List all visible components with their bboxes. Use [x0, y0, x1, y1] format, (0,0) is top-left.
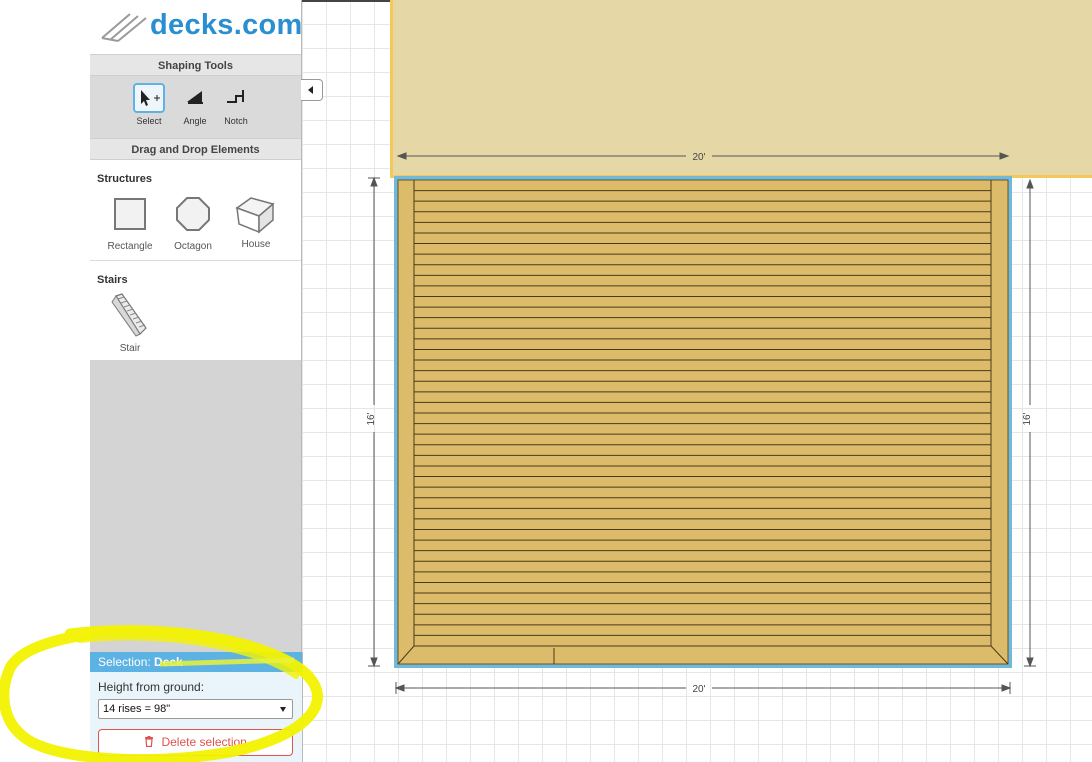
- element-stair-label: Stair: [119, 343, 141, 354]
- tool-notch-label: Notch: [224, 116, 248, 126]
- delete-selection-button[interactable]: Delete selection: [98, 729, 293, 756]
- height-select-value: 14 rises = 98": [103, 703, 171, 715]
- notch-icon: [227, 90, 244, 103]
- select-cursor-icon: [141, 90, 160, 106]
- house-structure[interactable]: [390, 0, 1092, 178]
- shaping-tools-bar: Select Angle Notch: [90, 76, 301, 138]
- drag-drop-header: Drag and Drop Elements: [90, 138, 301, 160]
- element-house-label: House: [241, 239, 271, 250]
- left-margin: [0, 0, 90, 762]
- brand-logo[interactable]: decks.com: [90, 0, 303, 54]
- selection-prefix: Selection:: [98, 655, 151, 669]
- height-from-ground-label: Height from ground:: [98, 680, 205, 694]
- trash-icon: [145, 736, 154, 748]
- tool-angle-label: Angle: [183, 116, 207, 126]
- stair-icon: [111, 293, 147, 337]
- rectangle-icon: [114, 198, 146, 230]
- angle-icon: [187, 91, 203, 104]
- shaping-tools-header: Shaping Tools: [90, 54, 301, 76]
- tool-select-label: Select: [136, 116, 162, 126]
- house-icon: [235, 197, 275, 234]
- height-from-ground-select[interactable]: 14 rises = 98": [98, 699, 293, 719]
- selection-header[interactable]: Selection: Deck: [90, 652, 302, 672]
- stairs-title: Stairs: [97, 274, 128, 286]
- element-octagon[interactable]: Octagon: [163, 196, 223, 252]
- tool-angle[interactable]: Angle: [175, 83, 215, 126]
- collapse-sidebar-button[interactable]: [301, 79, 323, 101]
- tool-notch[interactable]: Notch: [216, 83, 256, 126]
- octagon-icon: [176, 197, 210, 231]
- brand-name: decks.com: [150, 9, 303, 41]
- caret-down-icon: [284, 659, 294, 665]
- drag-drop-elements: Structures Rectangle Octagon House Stair…: [90, 160, 301, 360]
- tool-select[interactable]: Select: [129, 83, 169, 126]
- element-stair[interactable]: Stair: [100, 292, 160, 354]
- selection-type: Deck: [154, 655, 183, 669]
- section-divider: [90, 260, 301, 261]
- element-rectangle[interactable]: Rectangle: [100, 196, 160, 252]
- deck-boards-logo-icon: [101, 13, 147, 42]
- element-rectangle-label: Rectangle: [107, 241, 153, 252]
- element-octagon-label: Octagon: [174, 241, 212, 252]
- structures-title: Structures: [97, 173, 153, 185]
- delete-selection-label: Delete selection: [161, 735, 247, 749]
- sidebar: decks.com Shaping Tools Select Angle Not…: [90, 0, 302, 762]
- element-house[interactable]: House: [226, 194, 286, 250]
- selection-panel: Selection: Deck Height from ground: 14 r…: [90, 652, 303, 762]
